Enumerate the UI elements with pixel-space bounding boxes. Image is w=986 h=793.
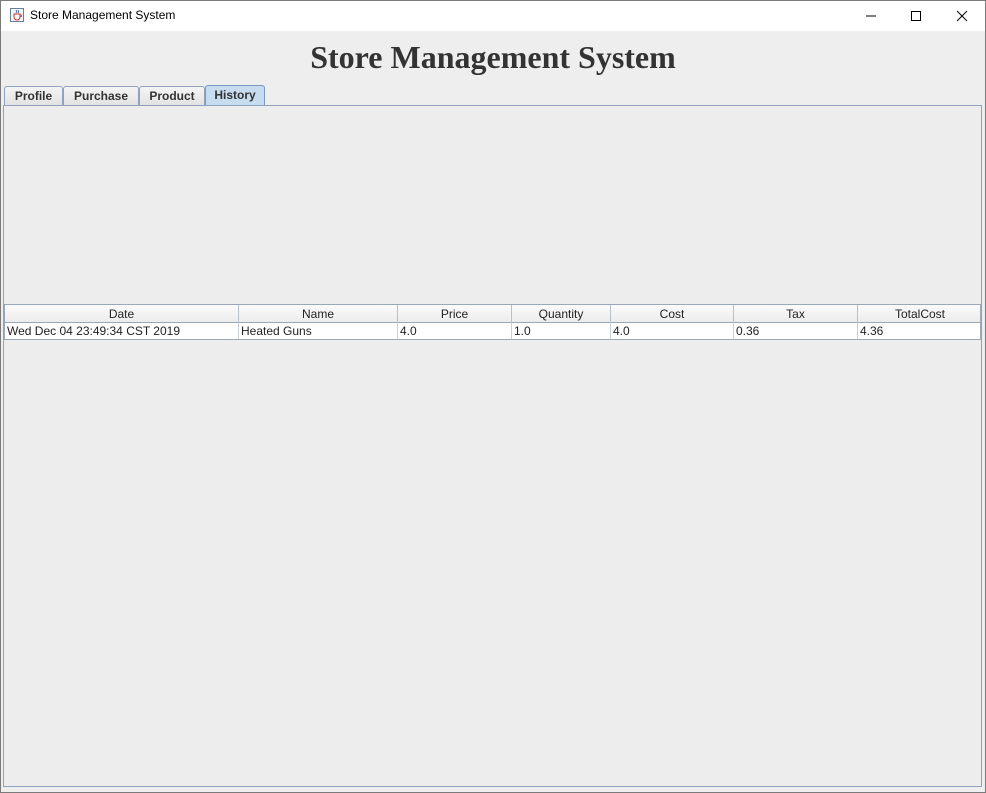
close-button[interactable] [939,1,985,31]
minimize-icon [866,15,876,17]
column-header-tax[interactable]: Tax [734,305,858,323]
maximize-icon [911,11,921,21]
java-cup-icon [10,8,24,22]
table-header: Date Name Price Quantity Cost Tax TotalC… [4,304,981,323]
cell-name[interactable]: Heated Guns [239,323,398,339]
cell-date[interactable]: Wed Dec 04 23:49:34 CST 2019 [5,323,239,339]
column-header-totalcost[interactable]: TotalCost [858,305,982,323]
maximize-button[interactable] [893,1,939,31]
column-header-name[interactable]: Name [239,305,398,323]
app-heading: Store Management System [310,39,676,75]
cell-tax[interactable]: 0.36 [734,323,858,339]
table-row[interactable]: Wed Dec 04 23:49:34 CST 2019 Heated Guns… [4,323,981,340]
column-header-date[interactable]: Date [5,305,239,323]
tab-profile[interactable]: Profile [4,86,63,106]
minimize-button[interactable] [848,1,894,31]
column-header-quantity[interactable]: Quantity [512,305,611,323]
cell-cost[interactable]: 4.0 [611,323,734,339]
cell-price[interactable]: 4.0 [398,323,512,339]
title-bar[interactable]: Store Management System [1,1,985,31]
column-header-cost[interactable]: Cost [611,305,734,323]
tab-history[interactable]: History [205,85,265,107]
window-title: Store Management System [30,8,176,22]
close-icon [956,10,968,22]
history-panel [3,105,982,787]
cell-totalcost[interactable]: 4.36 [858,323,982,339]
app-window: Store Management System Store Management… [0,0,986,793]
column-header-price[interactable]: Price [398,305,512,323]
tab-purchase[interactable]: Purchase [63,86,139,106]
cell-quantity[interactable]: 1.0 [512,323,611,339]
tab-product[interactable]: Product [139,86,205,106]
